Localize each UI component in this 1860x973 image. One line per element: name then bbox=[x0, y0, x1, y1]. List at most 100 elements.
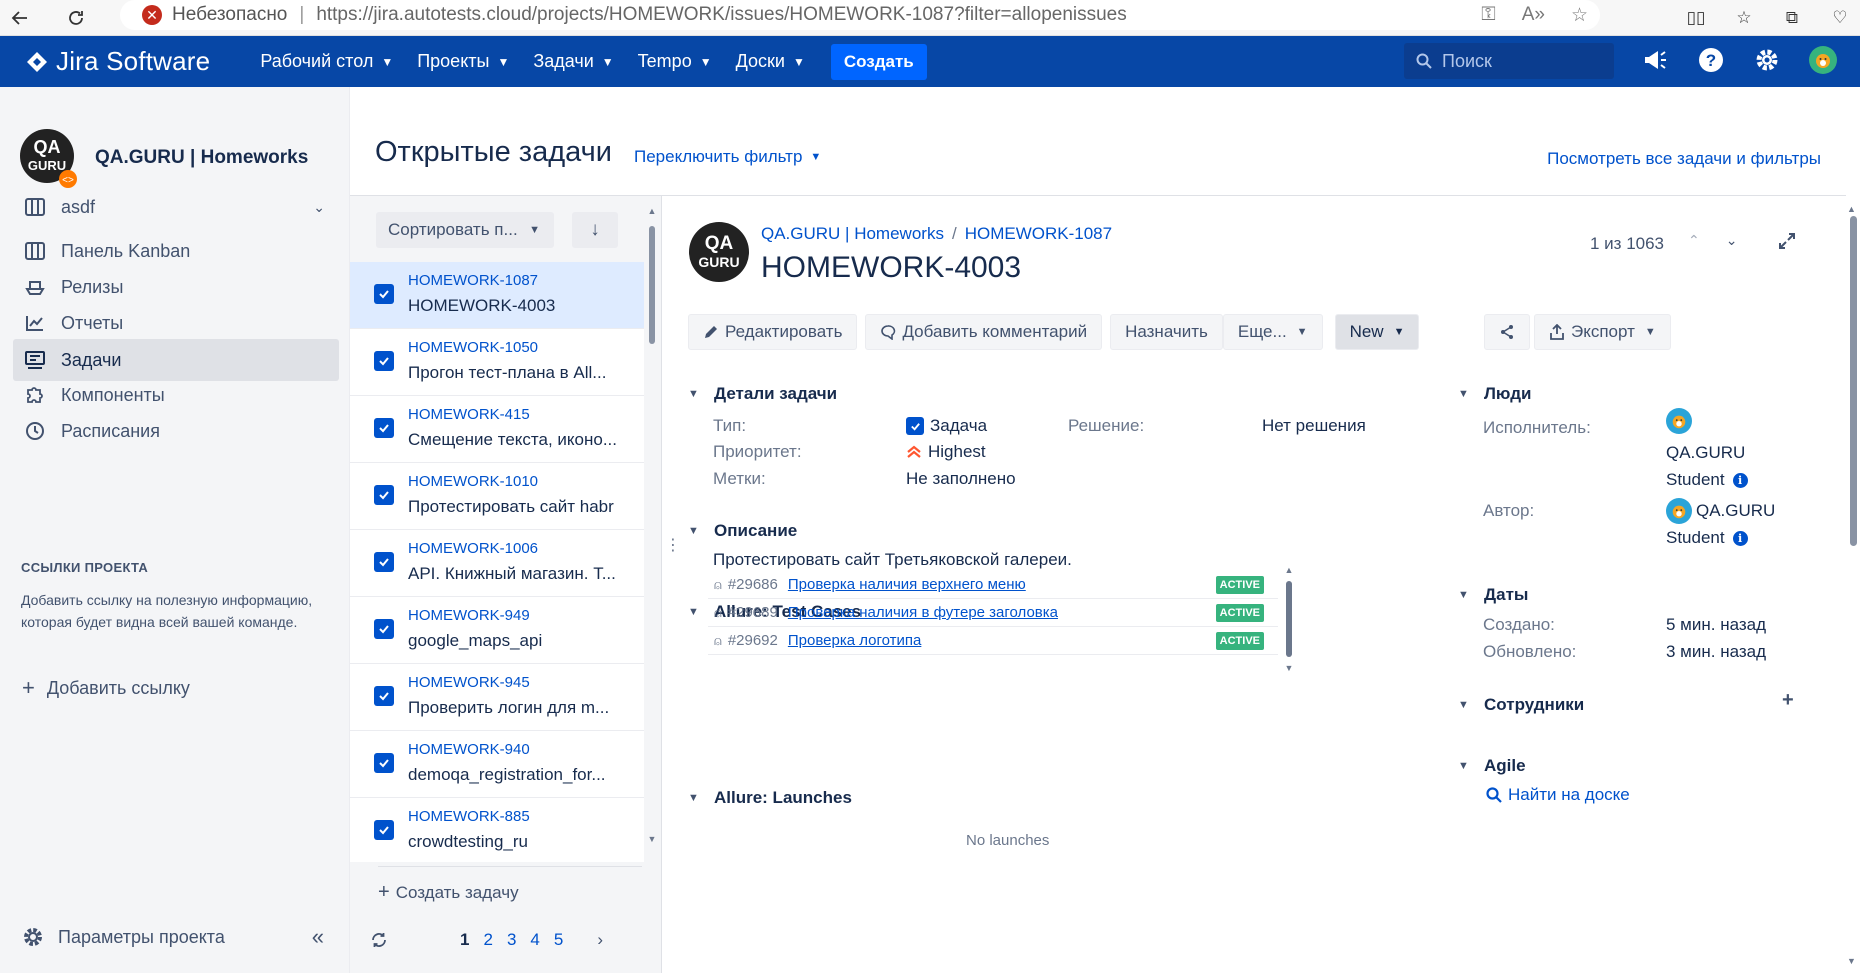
page-link[interactable]: 2 bbox=[483, 930, 492, 950]
add-comment-button[interactable]: Добавить комментарий bbox=[865, 314, 1103, 350]
sort-order-button[interactable]: ↓ bbox=[572, 212, 618, 248]
collections-icon[interactable]: ⧉ bbox=[1772, 0, 1812, 36]
allure-cases-table: ⍝ #29686 Проверка наличия верхнего меню … bbox=[708, 571, 1278, 677]
jira-logo[interactable]: Jira Software bbox=[26, 46, 210, 77]
split-screen-icon[interactable]: ▯▯ bbox=[1676, 0, 1716, 36]
labels-value[interactable]: Не заполнено bbox=[906, 469, 1016, 489]
nav-projects[interactable]: Проекты ▼ bbox=[407, 44, 519, 80]
view-all-issues-link[interactable]: Посмотреть все задачи и фильтры bbox=[1547, 149, 1821, 169]
assignee-name-line2[interactable]: Student i bbox=[1666, 470, 1748, 490]
page-link[interactable]: 3 bbox=[507, 930, 516, 950]
scroll-up-icon[interactable]: ▲ bbox=[1847, 204, 1856, 214]
details-section-toggle[interactable]: ▼ Детали задачи bbox=[688, 384, 837, 404]
issue-list-item[interactable]: HOMEWORK-1010 Протестировать сайт habr bbox=[350, 463, 644, 530]
issue-list-item[interactable]: HOMEWORK-1050 Прогон тест-плана в All... bbox=[350, 329, 644, 396]
search-input[interactable]: Поиск bbox=[1404, 43, 1614, 79]
favorites-icon[interactable]: ☆ bbox=[1724, 0, 1764, 36]
user-avatar[interactable] bbox=[1806, 42, 1840, 78]
issue-title[interactable]: HOMEWORK-4003 bbox=[761, 251, 1021, 285]
issue-list-item[interactable]: HOMEWORK-885 crowdtesting_ru bbox=[350, 798, 644, 862]
sidebar-item-reports[interactable]: Отчеты bbox=[13, 302, 339, 344]
chevron-down-icon: ▼ bbox=[1458, 589, 1469, 601]
scroll-thumb[interactable] bbox=[649, 226, 655, 344]
settings-gear-icon[interactable] bbox=[1750, 42, 1784, 78]
page-link[interactable]: 5 bbox=[554, 930, 563, 950]
nav-issues[interactable]: Задачи ▼ bbox=[523, 44, 623, 80]
scroll-thumb[interactable] bbox=[1286, 581, 1292, 657]
scroll-down-icon[interactable]: ▼ bbox=[646, 834, 658, 844]
extensions-icon[interactable]: ♡ bbox=[1820, 0, 1860, 36]
export-button[interactable]: Экспорт ▼ bbox=[1534, 314, 1671, 350]
address-bar[interactable]: ✕ Небезопасно | https://jira.autotests.c… bbox=[120, 0, 1600, 30]
nav-tempo[interactable]: Tempo ▼ bbox=[628, 44, 722, 80]
description-section-toggle[interactable]: ▼ Описание bbox=[688, 521, 797, 541]
switch-filter-button[interactable]: Переключить фильтр ▼ bbox=[634, 147, 821, 167]
create-button[interactable]: Создать bbox=[830, 43, 927, 80]
dates-section-toggle[interactable]: ▼ Даты bbox=[1458, 585, 1528, 605]
issue-list-scrollbar[interactable]: ▲ ▼ bbox=[646, 206, 658, 846]
allure-case-link[interactable]: Проверка наличия верхнего меню bbox=[788, 576, 1026, 593]
issue-list-item[interactable]: HOMEWORK-945 Проверить логин для m... bbox=[350, 664, 644, 731]
detail-scrollbar[interactable]: ▲ ▼ bbox=[1846, 196, 1860, 973]
read-aloud-icon[interactable]: A» bbox=[1522, 4, 1545, 26]
expand-icon[interactable] bbox=[1778, 232, 1796, 250]
add-link-button[interactable]: + Добавить ссылку bbox=[22, 675, 190, 701]
chevron-down-icon: ▼ bbox=[1458, 760, 1469, 772]
description-text[interactable]: Протестировать сайт Третьяковской галере… bbox=[713, 550, 1072, 570]
breadcrumb-project[interactable]: QA.GURU | Homeworks bbox=[761, 224, 944, 244]
staff-section-toggle[interactable]: ▼ Сотрудники bbox=[1458, 695, 1584, 715]
allure-cases-scrollbar[interactable]: ▲ ▼ bbox=[1283, 565, 1295, 675]
key-icon[interactable]: ⚿ bbox=[1481, 4, 1495, 26]
next-page-icon[interactable]: › bbox=[597, 930, 603, 950]
agile-section-toggle[interactable]: ▼ Agile bbox=[1458, 756, 1526, 776]
project-header[interactable]: QA GURU <> QA.GURU | Homeworks bbox=[18, 127, 308, 189]
allure-case-link[interactable]: Проверка логотипа bbox=[788, 632, 921, 649]
issue-list-item[interactable]: HOMEWORK-1006 API. Книжный магазин. T... bbox=[350, 530, 644, 597]
help-icon[interactable]: ? bbox=[1694, 42, 1728, 78]
nav-dashboard[interactable]: Рабочий стол ▼ bbox=[250, 44, 403, 80]
edit-button[interactable]: Редактировать bbox=[688, 314, 858, 350]
favorite-star-icon[interactable]: ☆ bbox=[1571, 4, 1588, 27]
find-on-board-link[interactable]: Найти на доске bbox=[1486, 785, 1630, 805]
scroll-down-icon[interactable]: ▼ bbox=[1283, 663, 1295, 673]
scroll-down-icon[interactable]: ▼ bbox=[1847, 956, 1856, 966]
project-settings[interactable]: Параметры проекта « bbox=[0, 907, 350, 967]
status-dropdown[interactable]: New ▼ bbox=[1334, 314, 1420, 350]
previous-issue-icon[interactable]: ⌃ bbox=[1688, 232, 1700, 249]
info-icon[interactable]: i bbox=[1732, 472, 1748, 488]
sort-dropdown[interactable]: Сортировать п... ▼ bbox=[376, 212, 554, 248]
assign-button[interactable]: Назначить bbox=[1110, 314, 1223, 350]
refresh-icon[interactable] bbox=[370, 931, 388, 949]
scroll-up-icon[interactable]: ▲ bbox=[646, 206, 658, 216]
allure-launches-section-toggle[interactable]: ▼ Allure: Launches bbox=[688, 788, 852, 808]
assignee-avatar[interactable] bbox=[1666, 408, 1696, 434]
collapse-sidebar-icon[interactable]: « bbox=[312, 924, 324, 950]
nav-boards[interactable]: Доски ▼ bbox=[726, 44, 815, 80]
author-name-line2[interactable]: Student i bbox=[1666, 528, 1748, 548]
add-staff-plus-icon[interactable]: + bbox=[1782, 689, 1794, 712]
board-selector[interactable]: asdf ⌄ bbox=[13, 186, 339, 228]
scroll-up-icon[interactable]: ▲ bbox=[1283, 565, 1295, 575]
share-button[interactable] bbox=[1484, 314, 1530, 350]
page-link[interactable]: 1 bbox=[460, 930, 469, 950]
announcement-icon[interactable] bbox=[1638, 42, 1672, 78]
breadcrumb-issue-key[interactable]: HOMEWORK-1087 bbox=[965, 224, 1112, 244]
issue-list-item[interactable]: HOMEWORK-949 google_maps_api bbox=[350, 597, 644, 664]
info-icon[interactable]: i bbox=[1732, 530, 1748, 546]
author-value[interactable]: QA.GURU bbox=[1666, 498, 1775, 524]
issue-list-item[interactable]: HOMEWORK-1087 HOMEWORK-4003 bbox=[350, 262, 644, 329]
sidebar-item-schedules[interactable]: Расписания bbox=[13, 410, 339, 452]
allure-case-link[interactable]: Проверка наличия в футере заголовка bbox=[788, 604, 1058, 621]
allure-case-id: #29689 bbox=[727, 604, 778, 621]
page-link[interactable]: 4 bbox=[530, 930, 539, 950]
reload-icon[interactable] bbox=[56, 0, 96, 36]
back-icon[interactable] bbox=[0, 0, 40, 36]
create-task-button[interactable]: + Создать задачу bbox=[378, 866, 642, 904]
people-section-toggle[interactable]: ▼ Люди bbox=[1458, 384, 1531, 404]
next-issue-icon[interactable]: ⌄ bbox=[1726, 232, 1738, 249]
more-actions-button[interactable]: Еще... ▼ bbox=[1222, 314, 1323, 350]
assignee-name[interactable]: QA.GURU bbox=[1666, 443, 1745, 463]
issue-list-item[interactable]: HOMEWORK-940 demoqa_registration_for... bbox=[350, 731, 644, 798]
issue-list-item[interactable]: HOMEWORK-415 Смещение текста, иконо... bbox=[350, 396, 644, 463]
scroll-thumb[interactable] bbox=[1850, 216, 1857, 546]
